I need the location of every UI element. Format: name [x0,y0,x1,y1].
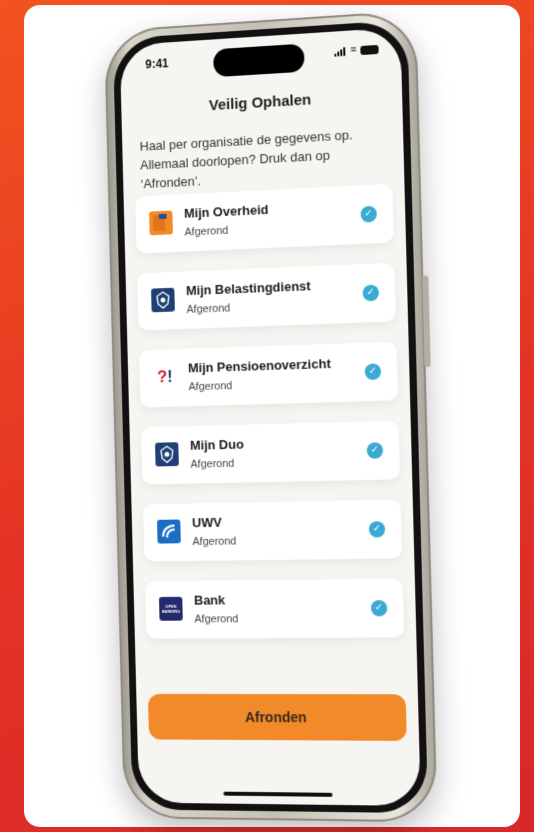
status-icons: ≈ [333,44,379,57]
item-name: Mijn Belastingdienst [185,278,311,299]
item-status: Afgerond [190,457,235,471]
list-item-uwv[interactable]: UWV Afgerond ✓ [143,499,403,562]
organisation-list: Mijn Overheid Afgerond ✓ Mijn Belastingd… [135,183,405,659]
intro-text: Haal per organisatie de gegevens op. All… [139,127,353,192]
open-banking-logo-icon: OPEN BANKING [158,596,183,621]
rijkswapen-logo-icon [151,287,175,313]
item-status: Afgerond [184,224,229,239]
item-name: Mijn Duo [189,436,245,453]
item-name: Mijn Pensioenoverzicht [187,355,332,376]
list-item-mijn-overheid[interactable]: Mijn Overheid Afgerond ✓ [135,183,394,254]
home-indicator [223,791,333,797]
battery-icon [360,44,379,55]
cellular-signal-icon [333,46,347,57]
phone-side-button [422,275,431,368]
pensioen-question-exclamation-logo-icon: ?! [156,367,173,387]
mijn-overheid-logo-icon [149,210,173,236]
check-icon: ✓ [362,284,380,302]
check-icon: ✓ [366,442,384,459]
afronden-button[interactable]: Afronden [147,693,407,741]
list-item-mijn-belastingdienst[interactable]: Mijn Belastingdienst Afgerond ✓ [137,262,396,331]
item-status: Afgerond [192,535,237,549]
phone-screen: 9:41 ≈ Veilig Ophalen Haal per organisat… [119,27,421,806]
item-name: Mijn Overheid [183,201,269,221]
item-name: Bank [193,592,226,608]
status-time: 9:41 [145,56,169,72]
stage: 9:41 ≈ Veilig Ophalen Haal per organisat… [0,0,534,832]
check-icon: ✓ [368,521,386,538]
check-icon: ✓ [370,600,388,617]
item-status: Afgerond [188,380,233,394]
page-title: Veilig Ophalen [208,91,312,115]
rijkswapen-logo-icon [154,442,179,467]
list-item-mijn-pensioenoverzicht[interactable]: ?! Mijn Pensioenoverzicht Afgerond ✓ [139,341,398,408]
uwv-logo-icon [156,519,181,544]
item-status: Afgerond [194,613,239,626]
phone-mockup: 9:41 ≈ Veilig Ophalen Haal per organisat… [103,9,438,823]
check-icon: ✓ [360,205,378,223]
list-item-bank[interactable]: OPEN BANKING Bank Afgerond ✓ [144,578,405,639]
wifi-icon: ≈ [350,44,357,56]
list-item-mijn-duo[interactable]: Mijn Duo Afgerond ✓ [141,420,401,485]
item-name: UWV [191,514,222,531]
check-icon: ✓ [364,363,382,381]
item-status: Afgerond [186,302,231,316]
